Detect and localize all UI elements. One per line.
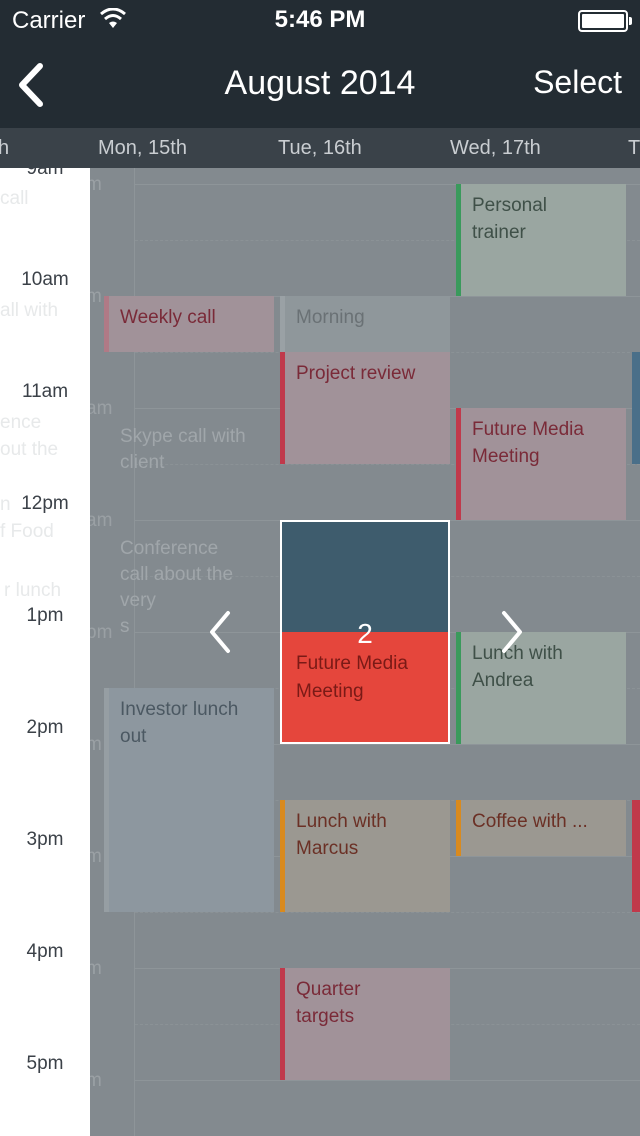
event-title: Weekly call <box>120 307 216 328</box>
chevron-left-icon[interactable] <box>200 607 240 657</box>
ghost-text: call <box>0 188 29 209</box>
hour-line <box>135 1080 640 1081</box>
ghost-text: r lunch <box>4 580 62 601</box>
hour-label: 2pm <box>26 717 64 738</box>
navigation-bar: August 2014 Select <box>0 40 640 128</box>
day-header-bar: h Mon, 15th Tue, 16th Wed, 17th T <box>0 128 640 168</box>
hour-label: 4pm <box>26 941 64 962</box>
hour-label: 10am <box>21 269 69 290</box>
day-header-wed[interactable]: Wed, 17th <box>450 137 541 160</box>
event-thursday-sliver[interactable] <box>632 800 640 912</box>
event-investor-lunch[interactable]: Investor lunch out <box>104 688 274 912</box>
event-thursday-sliver[interactable] <box>632 352 640 464</box>
event-morning[interactable]: Morning <box>280 296 450 352</box>
hour-label: 5pm <box>26 1053 64 1074</box>
hour-label: 12pm <box>21 493 69 514</box>
day-header-mon[interactable]: Mon, 15th <box>98 137 187 160</box>
event-weekly-call[interactable]: Weekly call <box>104 296 274 352</box>
hour-label: 11am <box>21 381 69 402</box>
event-quarter-targets[interactable]: Quarter targets <box>280 968 450 1080</box>
hour-label: 3pm <box>26 829 64 850</box>
event-coffee[interactable]: Coffee with ... <box>456 800 626 856</box>
status-bar: Carrier 5:46 PM <box>0 0 640 40</box>
day-header-tue[interactable]: Tue, 16th <box>278 137 362 160</box>
half-hour-line <box>135 912 640 913</box>
stacked-event-back[interactable] <box>282 522 448 632</box>
event-future-media-meeting[interactable]: Future Media Meeting <box>456 408 626 520</box>
ghost-text: all with <box>0 300 59 321</box>
day-header-next[interactable]: T <box>628 137 640 160</box>
status-time: 5:46 PM <box>274 6 366 33</box>
day-header-prev[interactable]: h <box>0 137 9 160</box>
battery-icon <box>578 10 632 32</box>
hour-label: 1pm <box>26 605 64 626</box>
event-project-review[interactable]: Project review <box>280 352 450 464</box>
event-lunch-andrea[interactable]: Lunch with Andrea <box>456 632 626 744</box>
event-lunch-marcus[interactable]: Lunch with Marcus <box>280 800 450 912</box>
select-button[interactable]: Select <box>533 64 622 101</box>
event-personal-trainer[interactable]: Personal trainer <box>456 184 626 296</box>
ghost-text: ence <box>0 412 42 433</box>
ghost-text: f Food <box>0 521 54 542</box>
hour-label: 9am <box>26 168 64 179</box>
event-skype-call[interactable]: Skype call with client <box>120 426 246 474</box>
popup-event-title: Future Media Meeting <box>296 653 408 702</box>
ghost-text: out the <box>0 439 59 460</box>
time-column: 9am call 10am all with 11am ence out the… <box>0 168 90 1136</box>
event-stack-popup[interactable]: Future Media Meeting 2 <box>280 520 450 744</box>
event-count-badge: 2 <box>357 618 373 649</box>
chevron-right-icon[interactable] <box>492 607 532 657</box>
